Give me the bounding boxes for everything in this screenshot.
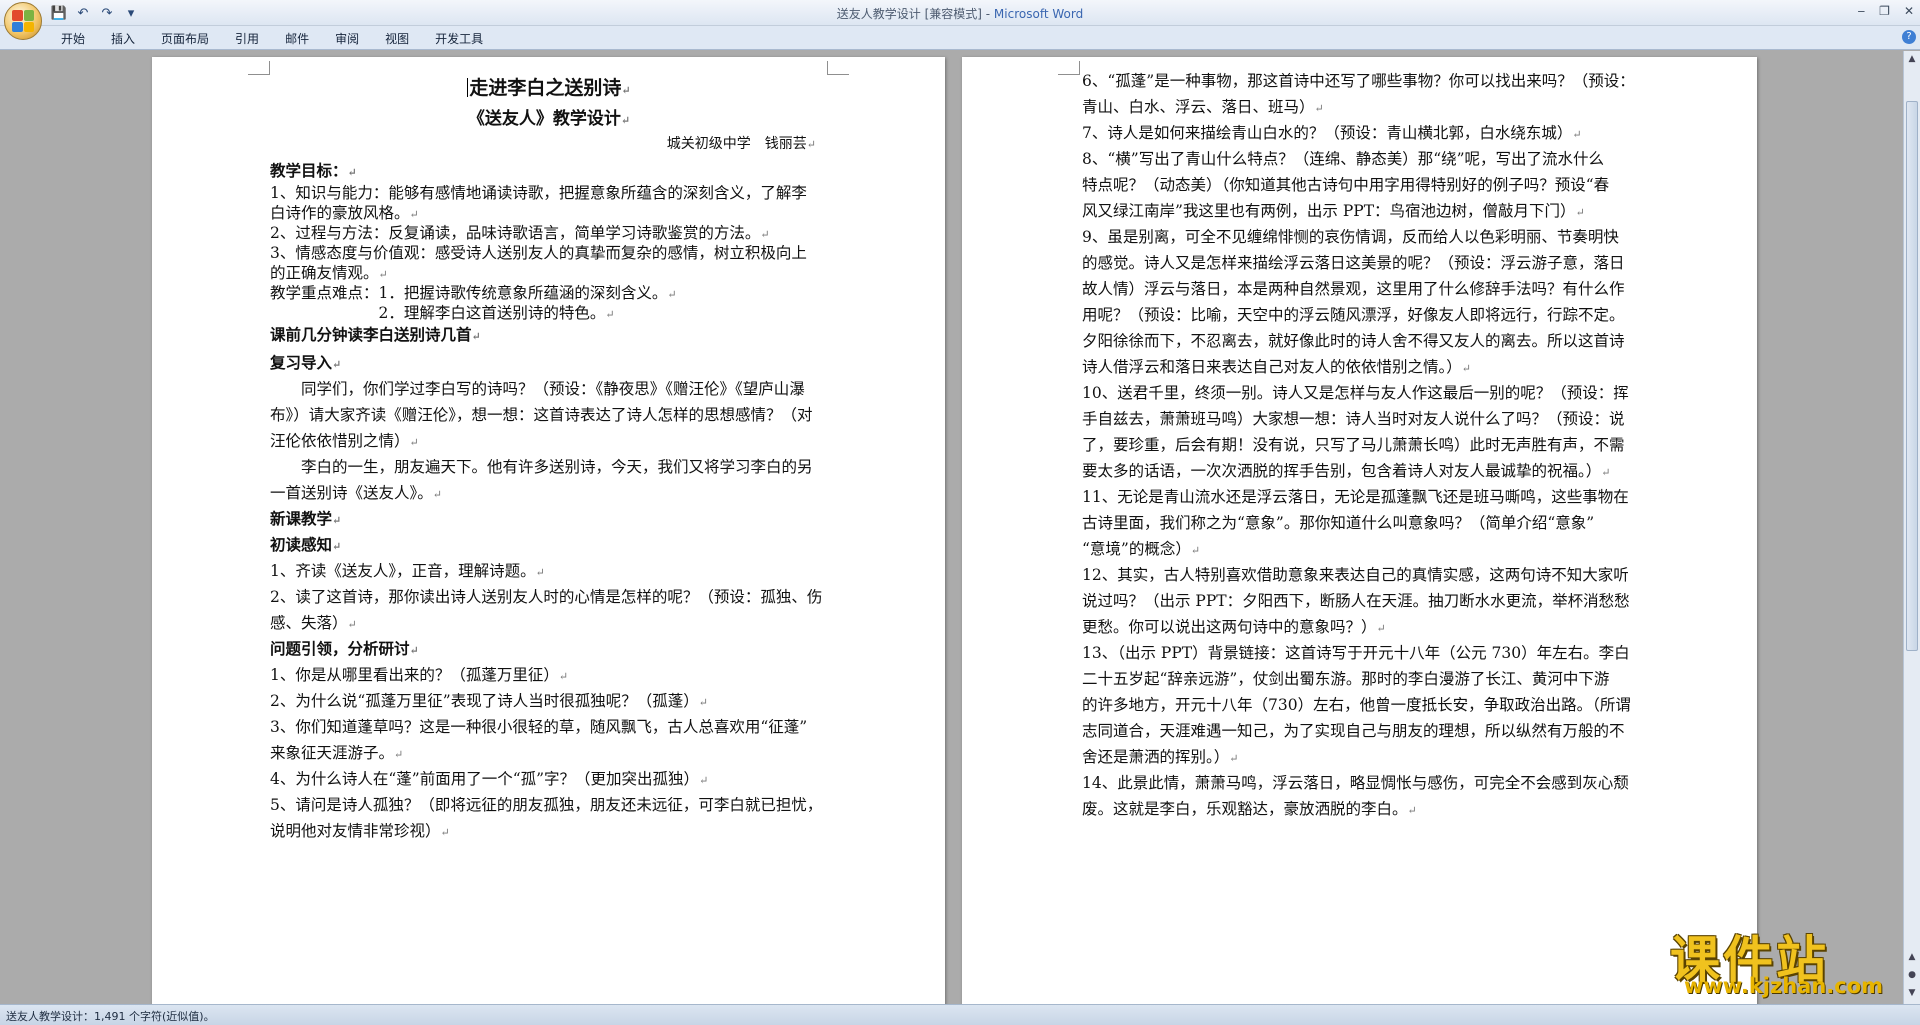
ribbon: 开始 插入 页面布局 引用 邮件 审阅 视图 开发工具 ? [0,26,1920,50]
section-heading: 初读感知↵ [270,535,342,554]
tab-insert[interactable]: 插入 [98,30,148,48]
text-line: 更愁。你可以说出这两句诗中的意象吗？）↵ [1082,618,1386,636]
text-line: 用呢？（预设：比喻，天空中的浮云随风漂浮，好像友人即将远行，行踪不定。 [1082,306,1625,324]
scroll-thumb[interactable] [1906,101,1918,651]
text-line: 11、无论是青山流水还是浮云落日，无论是孤蓬飘飞还是班马嘶鸣，这些事物在 [1082,488,1629,506]
page-left[interactable]: 走进李白之送别诗↵ 《送友人》教学设计↵ 城关初级中学 钱丽芸↵ 教学目标：↵ … [152,57,945,1017]
text-line: 白诗作的豪放风格。↵ [270,204,419,222]
section-heading: 新课教学↵ [270,509,342,528]
text-line: 9、虽是别离，可全不见缠绵悱恻的哀伤情调，反而给人以色彩明丽、节奏明快 [1082,228,1619,246]
text-line: 2、过程与方法：反复诵读，品味诗歌语言，简单学习诗歌鉴赏的方法。↵ [270,224,770,242]
tab-view[interactable]: 视图 [372,30,422,48]
text-line: 了，要珍重，后会有期！没有说，只写了马儿萧萧长鸣）此时无声胜有声，不需 [1082,436,1625,454]
text-line: 说明他对友情非常珍视）↵ [270,822,450,840]
text-line: 2．理解李白这首送别诗的特色。↵ [270,304,615,322]
text-line: 废。这就是李白，乐观豁达，豪放洒脱的李白。↵ [1082,800,1417,818]
section-heading: 复习导入↵ [270,353,342,372]
text-line: 2、为什么说“孤蓬万里征”表现了诗人当时很孤独呢？（孤蓬）↵ [270,692,708,710]
text-line: 布》）请大家齐读《赠汪伦》，想一想：这首诗表达了诗人怎样的思想感情？（对 [270,406,813,424]
text-line: 感、失落）↵ [270,614,357,632]
crop-mark [1058,61,1080,75]
document-area: 走进李白之送别诗↵ 《送友人》教学设计↵ 城关初级中学 钱丽芸↵ 教学目标：↵ … [0,51,1903,1017]
app-name: Microsoft Word [993,7,1084,21]
text-line: 1、齐读《送友人》，正音，理解诗题。↵ [270,562,545,580]
text-line: 手自兹去，萧萧班马鸣）大家想一想：诗人当时对友人说什么了吗？（预设：说 [1082,410,1625,428]
tab-mailings[interactable]: 邮件 [272,30,322,48]
text-line: 5、请问是诗人孤独？（即将远征的朋友孤独，朋友还未远征，可李白就已担忧， [270,796,823,814]
window-controls: ‒ ❐ ✕ [1858,4,1914,18]
text-line: 的正确友情观。↵ [270,264,388,282]
text-line: 古诗里面，我们称之为“意象”。那你知道什么叫意象吗？（简单介绍“意象” [1082,514,1595,532]
text-line: 说过吗？（出示 PPT：夕阳西下，断肠人在天涯。抽刀断水水更流，举杯消愁愁 [1082,592,1630,610]
text-line: 风又绿江南岸”我这里也有两例，出示 PPT：鸟宿池边树，僧敲月下门）↵ [1082,202,1585,220]
text-line: 故人情）浮云与落日，本是两种自然景观，这里用了什么修辞手法吗？有什么作 [1082,280,1625,298]
document-author: 城关初级中学 钱丽芸↵ [666,136,816,152]
next-page-icon[interactable]: ▼ [1906,987,1918,999]
document-heading: 走进李白之送别诗↵ [467,77,631,99]
text-line: 14、此景此情，萧萧马鸣，浮云落日，略显惆怅与感伤，可完全不会感到灰心颓 [1082,774,1629,792]
crop-mark [248,61,270,75]
text-line: 志同道合，天涯难遇一知己，为了实现自己与朋友的理想，所以纵然有万般的不 [1082,722,1625,740]
document-subtitle: 《送友人》教学设计↵ [467,109,631,129]
text-line: 的许多地方，开元十八年（730）左右，他曾一度抵长安，争取政治出路。（所谓 [1082,696,1631,714]
status-bar: 送友人教学设计：1,491 个字符(近似值)。 [0,1004,1920,1025]
text-line: 13、（出示 PPT）背景链接：这首诗写于开元十八年（公元 730）年左右。李白 [1082,644,1630,662]
text-line: 要太多的话语，一次次洒脱的挥手告别，包含着诗人对友人最诚挚的祝福。）↵ [1082,462,1611,480]
text-line: 3、情感态度与价值观：感受诗人送别友人的真挚而复杂的感情，树立积极向上 [270,244,807,262]
window-title: 送友人教学设计 [兼容模式] - Microsoft Word [0,5,1920,22]
text-line: 一首送别诗《送友人》。↵ [270,484,442,502]
text-line: 李白的一生，朋友遍天下。他有许多送别诗，今天，我们又将学习李白的另 [270,458,813,476]
text-line: 二十五岁起“辞亲远游”，仗剑出蜀东游。那时的李白漫游了长江、黄河中下游 [1082,670,1610,688]
close-icon[interactable]: ✕ [1904,4,1914,18]
word-count[interactable]: 送友人教学设计：1,491 个字符(近似值)。 [6,1008,215,1024]
text-line: 1、你是从哪里看出来的？（孤蓬万里征）↵ [270,666,569,684]
text-line: 1、知识与能力：能够有感情地诵读诗歌，把握意象所蕴含的深刻含义，了解李 [270,184,807,202]
browse-object-icon[interactable]: ● [1906,969,1918,981]
text-line: 同学们，你们学过李白写的诗吗？（预设：《静夜思》《赠汪伦》《望庐山瀑 [270,380,805,398]
text-line: 夕阳徐徐而下，不忍离去，就好像此时的诗人舍不得又友人的离去。所以这首诗 [1082,332,1625,350]
help-icon[interactable]: ? [1902,30,1916,44]
crop-mark [827,61,849,75]
vertical-scrollbar[interactable]: ▲ ▲ ● ▼ [1903,51,1920,1004]
text-line: 4、为什么诗人在“蓬”前面用了一个“孤”字？（更加突出孤独）↵ [270,770,709,788]
section-heading: 问题引领，分析研讨↵ [270,639,419,658]
text-line: 特点呢？（动态美）（你知道其他古诗句中用字用得特别好的例子吗？预设“春 [1082,176,1610,194]
office-button[interactable] [4,2,42,40]
text-line: “意境”的概念）↵ [1082,540,1201,558]
text-line: 10、送君千里，终须一别。诗人又是怎样与友人作这最后一别的呢？（预设：挥 [1082,384,1629,402]
ribbon-tabs: 开始 插入 页面布局 引用 邮件 审阅 视图 开发工具 [48,30,496,48]
tab-developer[interactable]: 开发工具 [422,30,496,48]
restore-icon[interactable]: ❐ [1879,4,1890,18]
text-line: 7、诗人是如何来描绘青山白水的？（预设：青山横北郭，白水绕东城）↵ [1082,124,1582,142]
title-bar: 💾 ↶ ↷ ▾ 送友人教学设计 [兼容模式] - Microsoft Word … [0,0,1920,26]
tab-review[interactable]: 审阅 [322,30,372,48]
previous-page-icon[interactable]: ▲ [1906,951,1918,963]
tab-page-layout[interactable]: 页面布局 [148,30,222,48]
section-heading: 教学目标：↵ [270,161,357,180]
text-line: 青山、白水、浮云、落日、班马）↵ [1082,98,1324,116]
minimize-icon[interactable]: ‒ [1858,4,1866,18]
scroll-up-icon[interactable]: ▲ [1906,53,1918,65]
text-line: 3、你们知道蓬草吗？这是一种很小很轻的草，随风飘飞，古人总喜欢用“征蓬” [270,718,808,736]
text-line: 2、读了这首诗，那你读出诗人送别友人时的心情是怎样的呢？（预设：孤独、伤 [270,588,823,606]
text-line: 6、“孤蓬”是一种事物，那这首诗中还写了哪些事物？你可以找出来吗？（预设： [1082,72,1635,90]
text-line: 教学重点难点：1．把握诗歌传统意象所蕴涵的深刻含义。↵ [270,284,677,302]
text-line: 8、“横”写出了青山什么特点？（连绵、静态美）那“绕”呢，写出了流水什么 [1082,150,1605,168]
watermark-logo: 课件站 www.kjzhan.com [1664,920,1900,1000]
watermark-url: www.kjzhan.com [1684,974,1884,998]
section-heading: 课前几分钟读李白送别诗几首↵ [270,325,481,344]
text-line: 舍还是萧洒的挥别。）↵ [1082,748,1239,766]
page-right[interactable]: 6、“孤蓬”是一种事物，那这首诗中还写了哪些事物？你可以找出来吗？（预设： 青山… [962,57,1757,1017]
text-line: 的感觉。诗人又是怎样来描绘浮云落日这美景的呢？（预设：浮云游子意，落日 [1082,254,1625,272]
tab-references[interactable]: 引用 [222,30,272,48]
tab-home[interactable]: 开始 [48,30,98,48]
text-line: 汪伦依依惜别之情）↵ [270,432,419,450]
document-title: 送友人教学设计 [兼容模式] - [836,7,994,21]
office-logo-icon [12,10,34,32]
text-line: 来象征天涯游子。↵ [270,744,404,762]
text-line: 12、其实，古人特别喜欢借助意象来表达自己的真情实感，这两句诗不知大家听 [1082,566,1629,584]
text-line: 诗人借浮云和落日来表达自己对友人的依依惜别之情。）↵ [1082,358,1471,376]
